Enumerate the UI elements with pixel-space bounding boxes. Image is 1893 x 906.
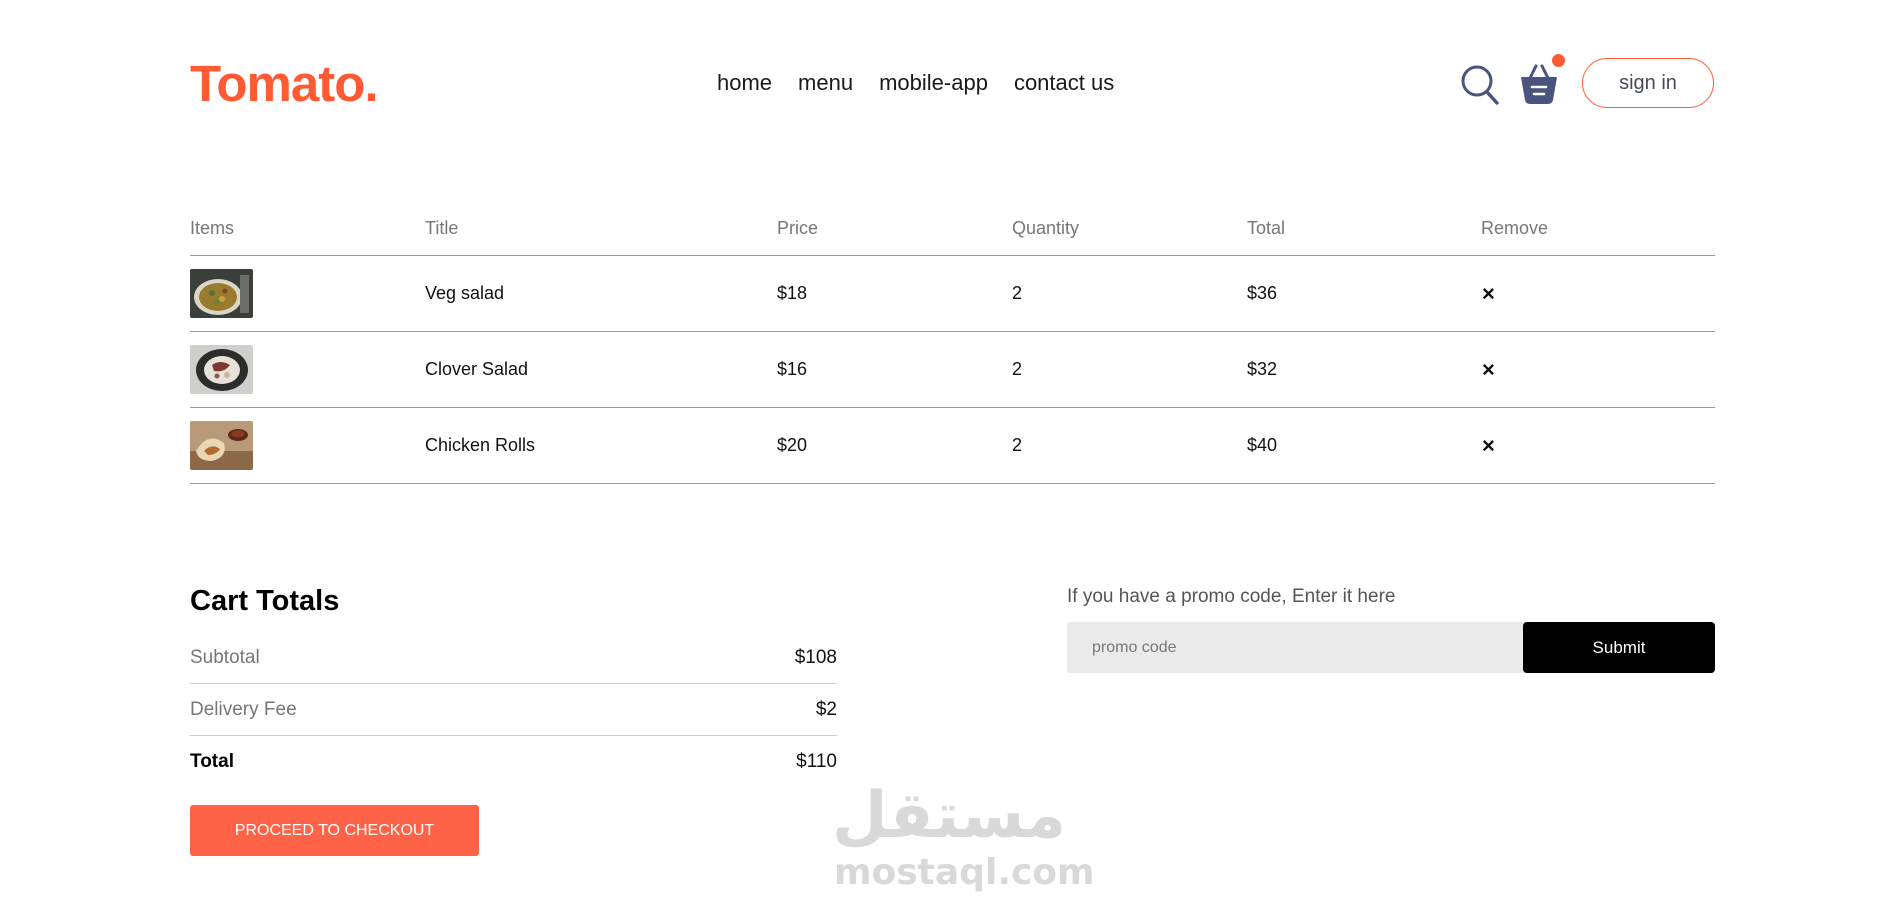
remove-item-button[interactable]: × bbox=[1481, 281, 1715, 307]
cart-table: Items Title Price Quantity Total Remove … bbox=[190, 218, 1715, 484]
item-total: $40 bbox=[1247, 435, 1278, 455]
item-quantity: 2 bbox=[1012, 359, 1023, 379]
item-price: $18 bbox=[777, 283, 808, 303]
total-row: Total $110 bbox=[190, 736, 837, 787]
item-quantity: 2 bbox=[1012, 435, 1023, 455]
promo-code-section: If you have a promo code, Enter it here … bbox=[1067, 586, 1715, 673]
navbar: Tomato. home menu mobile-app contact us … bbox=[190, 54, 1715, 116]
subtotal-row: Subtotal $108 bbox=[190, 632, 837, 683]
nav-menu: home menu mobile-app contact us bbox=[717, 70, 1114, 96]
nav-mobile-app[interactable]: mobile-app bbox=[879, 70, 988, 96]
watermark-arabic-text: مستقل bbox=[831, 779, 1066, 853]
header-title: Title bbox=[425, 218, 459, 238]
cart-totals-title: Cart Totals bbox=[190, 585, 340, 617]
delivery-fee-value: $2 bbox=[815, 698, 837, 720]
item-thumbnail-veg-salad bbox=[190, 269, 253, 318]
sign-in-button[interactable]: sign in bbox=[1582, 58, 1714, 108]
proceed-to-checkout-button[interactable]: PROCEED TO CHECKOUT bbox=[190, 805, 479, 856]
watermark-latin-text: mostaql.com bbox=[834, 852, 1095, 893]
promo-code-text: If you have a promo code, Enter it here bbox=[1067, 586, 1396, 607]
cart-notification-dot bbox=[1552, 54, 1565, 67]
subtotal-label: Subtotal bbox=[190, 646, 260, 668]
remove-item-button[interactable]: × bbox=[1481, 433, 1715, 459]
promo-submit-button[interactable]: Submit bbox=[1523, 622, 1715, 673]
item-title: Clover Salad bbox=[425, 359, 529, 379]
item-thumbnail-chicken-rolls bbox=[190, 421, 253, 470]
item-title: Chicken Rolls bbox=[425, 435, 536, 455]
nav-home[interactable]: home bbox=[717, 70, 772, 96]
delivery-fee-label: Delivery Fee bbox=[190, 698, 297, 720]
table-row: Veg salad $18 2 $36 × bbox=[190, 256, 1715, 332]
promo-code-input[interactable] bbox=[1067, 622, 1523, 673]
header-total: Total bbox=[1247, 218, 1286, 238]
item-title: Veg salad bbox=[425, 283, 505, 303]
table-row: Clover Salad $16 2 $32 × bbox=[190, 332, 1715, 408]
delivery-fee-row: Delivery Fee $2 bbox=[190, 684, 837, 735]
total-label: Total bbox=[190, 750, 234, 772]
nav-menu-link[interactable]: menu bbox=[798, 70, 853, 96]
item-quantity: 2 bbox=[1012, 283, 1023, 303]
header-price: Price bbox=[777, 218, 819, 238]
table-header: Items Title Price Quantity Total Remove bbox=[190, 218, 1715, 256]
remove-item-button[interactable]: × bbox=[1481, 357, 1715, 383]
basket-icon[interactable] bbox=[1519, 62, 1559, 106]
header-remove: Remove bbox=[1481, 218, 1549, 238]
table-row: Chicken Rolls $20 2 $40 × bbox=[190, 408, 1715, 484]
search-icon[interactable] bbox=[1460, 64, 1500, 106]
item-price: $16 bbox=[777, 359, 808, 379]
total-value: $110 bbox=[796, 750, 837, 772]
cart-totals: Cart Totals Subtotal $108 Delivery Fee $… bbox=[190, 585, 837, 856]
item-total: $36 bbox=[1247, 283, 1278, 303]
header-items: Items bbox=[190, 218, 235, 238]
item-price: $20 bbox=[777, 435, 808, 455]
watermark: مستقل mostaql.com bbox=[831, 778, 1095, 893]
promo-code-box: Submit bbox=[1067, 622, 1715, 673]
item-thumbnail-clover-salad bbox=[190, 345, 253, 394]
subtotal-value: $108 bbox=[794, 646, 837, 668]
logo[interactable]: Tomato. bbox=[190, 54, 379, 114]
item-total: $32 bbox=[1247, 359, 1278, 379]
header-quantity: Quantity bbox=[1012, 218, 1080, 238]
nav-contact-us[interactable]: contact us bbox=[1014, 70, 1114, 96]
